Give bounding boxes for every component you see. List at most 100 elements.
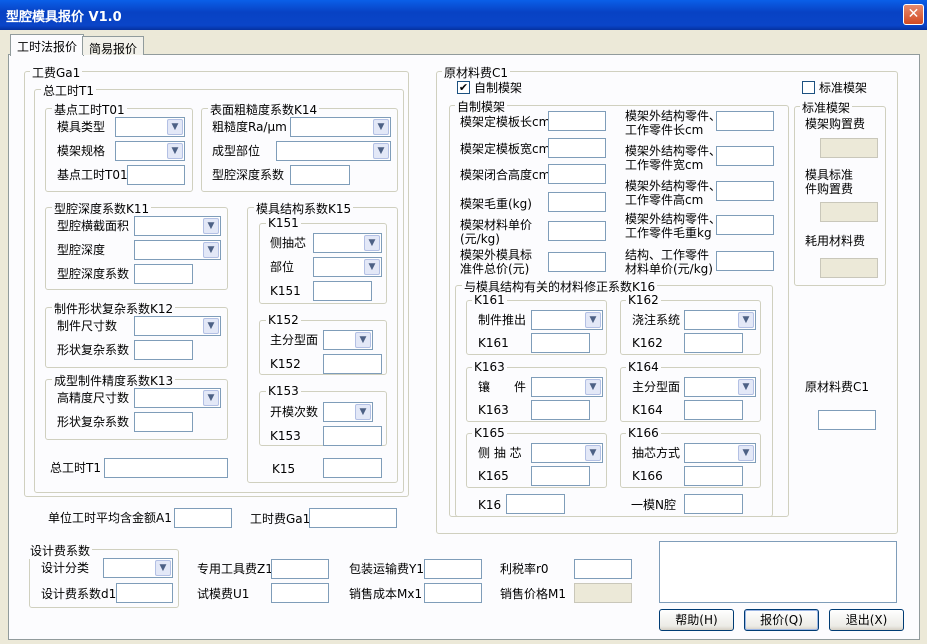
frame-field-input-1[interactable] xyxy=(548,138,606,158)
part-field-input-3[interactable] xyxy=(716,215,774,235)
k164-a-label: 主分型面 xyxy=(632,380,681,394)
k162-select[interactable]: ▼ xyxy=(684,310,756,330)
k165-select[interactable]: ▼ xyxy=(531,443,603,463)
std-parts-label: 模具标准 件购置费 xyxy=(805,168,854,196)
side-core-select[interactable]: ▼ xyxy=(313,233,382,253)
consumables-label: 耗用材料费 xyxy=(805,234,866,248)
position-select[interactable]: ▼ xyxy=(313,257,382,277)
frame-purchase-input[interactable] xyxy=(820,138,878,158)
forming-part-label: 成型部位 xyxy=(212,144,261,158)
side-core-label: 侧抽芯 xyxy=(270,236,307,250)
tool-fee-input[interactable] xyxy=(271,559,329,579)
design-category-select[interactable]: ▼ xyxy=(103,558,173,578)
mold-type-label: 模具类型 xyxy=(57,120,106,134)
k162-legend: K162 xyxy=(626,293,661,307)
k164-select[interactable]: ▼ xyxy=(684,377,756,397)
labor-fee-input[interactable] xyxy=(309,508,397,528)
notes-textarea[interactable] xyxy=(659,541,897,603)
cavity-depth-select[interactable]: ▼ xyxy=(134,240,221,260)
k166-input[interactable] xyxy=(684,466,743,486)
high-precision-select[interactable]: ▼ xyxy=(134,388,221,408)
quote-button[interactable]: 报价(Q) xyxy=(744,609,819,631)
std-parts-input[interactable] xyxy=(820,202,878,222)
chevron-down-icon: ▼ xyxy=(738,379,754,395)
tab-simple-quote[interactable]: 简易报价 xyxy=(82,36,145,56)
part-field-input-0[interactable] xyxy=(716,111,774,131)
standard-frame-checkbox[interactable] xyxy=(802,81,815,94)
depth-coef-label: 型腔深度系数 xyxy=(57,267,130,281)
chevron-down-icon: ▼ xyxy=(355,332,371,348)
chevron-down-icon: ▼ xyxy=(167,143,183,159)
k163-input[interactable] xyxy=(531,400,590,420)
sales-price-input[interactable] xyxy=(574,583,632,603)
parting-surface-select[interactable]: ▼ xyxy=(323,330,373,350)
design-coef-input[interactable] xyxy=(116,583,173,603)
standard-frame-label: 标准模架 xyxy=(819,81,868,95)
cavity-count-input[interactable] xyxy=(684,494,743,514)
roughness-coef-label: 型腔深度系数 xyxy=(212,168,285,182)
frame-field-input-3[interactable] xyxy=(548,192,606,212)
design-category-label: 设计分类 xyxy=(41,561,90,575)
depth-coef-input[interactable] xyxy=(134,264,193,284)
structure-legend: 模具结构系数K15 xyxy=(254,200,354,217)
part-field-input-1[interactable] xyxy=(716,146,774,166)
k165-label: K165 xyxy=(478,469,509,483)
part-size-select[interactable]: ▼ xyxy=(134,316,221,336)
consumables-input[interactable] xyxy=(820,258,878,278)
open-times-label: 开模次数 xyxy=(270,405,319,419)
chevron-down-icon: ▼ xyxy=(364,235,380,251)
part-field-label-3: 模架外结构零件、 工作零件毛重kg xyxy=(625,212,722,240)
k161-legend: K161 xyxy=(472,293,507,307)
raw-total-input[interactable] xyxy=(818,410,876,430)
k164-label: K164 xyxy=(632,403,663,417)
frame-field-input-5[interactable] xyxy=(548,252,606,272)
unit-amount-input[interactable] xyxy=(174,508,232,528)
k15-input[interactable] xyxy=(323,458,382,478)
total-hours-input[interactable] xyxy=(104,458,228,478)
exit-button[interactable]: 退出(X) xyxy=(829,609,904,631)
frame-field-input-0[interactable] xyxy=(548,111,606,131)
pack-fee-input[interactable] xyxy=(424,559,482,579)
roughness-ra-select[interactable]: ▼ xyxy=(290,117,391,137)
frame-field-input-4[interactable] xyxy=(548,221,606,241)
self-made-checkbox[interactable]: ✔ xyxy=(457,81,470,94)
high-precision-label: 高精度尺寸数 xyxy=(57,391,130,405)
frame-field-input-2[interactable] xyxy=(548,164,606,184)
k164-input[interactable] xyxy=(684,400,743,420)
part-field-label-1: 模架外结构零件、 工作零件宽cm xyxy=(625,144,722,172)
k161-select[interactable]: ▼ xyxy=(531,310,603,330)
shape-complex-input[interactable] xyxy=(134,340,193,360)
k153-input[interactable] xyxy=(323,426,382,446)
precision-complex-input[interactable] xyxy=(134,412,193,432)
open-times-select[interactable]: ▼ xyxy=(323,402,373,422)
close-button[interactable]: ✕ xyxy=(903,4,924,25)
part-field-input-2[interactable] xyxy=(716,181,774,201)
total-hours-label: 总工时T1 xyxy=(50,461,101,475)
k166-select[interactable]: ▼ xyxy=(684,443,756,463)
k163-select[interactable]: ▼ xyxy=(531,377,603,397)
frame-field-label-1: 模架定模板宽cm xyxy=(460,142,551,156)
frame-field-label-4: 模架材料单价 (元/kg) xyxy=(460,218,533,246)
base-hours-input[interactable] xyxy=(127,165,185,185)
k162-input[interactable] xyxy=(684,333,743,353)
mold-type-select[interactable]: ▼ xyxy=(115,117,185,137)
k163-legend: K163 xyxy=(472,360,507,374)
k161-input[interactable] xyxy=(531,333,590,353)
k152-input[interactable] xyxy=(323,354,382,374)
roughness-coef-input[interactable] xyxy=(290,165,350,185)
forming-part-select[interactable]: ▼ xyxy=(276,141,391,161)
sales-cost-input[interactable] xyxy=(424,583,482,603)
frame-spec-select[interactable]: ▼ xyxy=(115,141,185,161)
tab-labor-quote[interactable]: 工时法报价 xyxy=(10,34,85,56)
k16-input[interactable] xyxy=(506,494,565,514)
k151-label: K151 xyxy=(270,284,301,298)
k151-input[interactable] xyxy=(313,281,372,301)
tax-rate-label: 利税率r0 xyxy=(500,562,549,576)
help-button[interactable]: 帮助(H) xyxy=(659,609,734,631)
cavity-area-select[interactable]: ▼ xyxy=(134,216,221,236)
trial-fee-input[interactable] xyxy=(271,583,329,603)
tax-rate-input[interactable] xyxy=(574,559,632,579)
k165-input[interactable] xyxy=(531,466,590,486)
part-field-input-4[interactable] xyxy=(716,251,774,271)
k163-a-label: 镶 件 xyxy=(478,380,527,394)
